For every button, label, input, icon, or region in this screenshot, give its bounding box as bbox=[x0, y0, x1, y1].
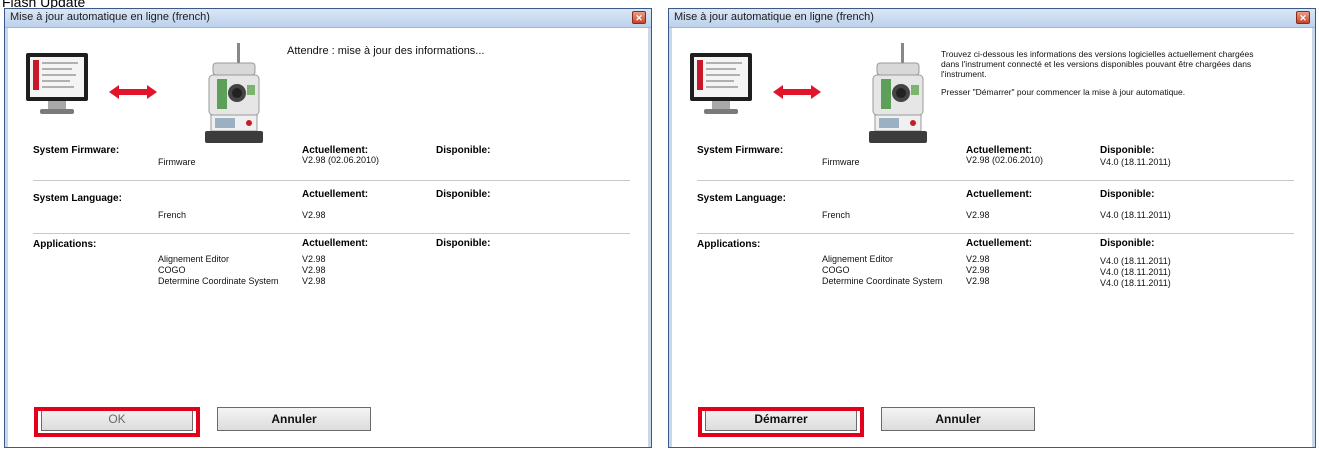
language-current-header: Actuellement: bbox=[966, 189, 1033, 200]
applications-available-header: Disponible: bbox=[436, 238, 491, 249]
language-available-header: Disponible: bbox=[1100, 189, 1155, 200]
language-available: V4.0 (18.11.2011) bbox=[1100, 210, 1171, 220]
firmware-available-header: Disponible: bbox=[1100, 145, 1155, 156]
applications-section-label: Applications: bbox=[33, 239, 97, 250]
firmware-available-header: Disponible: bbox=[436, 145, 491, 156]
total-station-icon bbox=[869, 43, 927, 143]
separator bbox=[697, 180, 1294, 181]
app-name: COGO bbox=[822, 265, 850, 275]
double-arrow-icon bbox=[773, 85, 821, 99]
title-bar: Mise à jour automatique en ligne (french… bbox=[5, 9, 651, 28]
language-current: V2.98 bbox=[966, 210, 990, 220]
app-name: Determine Coordinate System bbox=[822, 276, 943, 286]
app-name: Determine Coordinate System bbox=[158, 276, 279, 286]
window-frame-left bbox=[669, 28, 672, 447]
info-paragraph: Presser "Démarrer" pour commencer la mis… bbox=[941, 87, 1186, 97]
language-name: French bbox=[822, 210, 851, 220]
cancel-button[interactable]: Annuler bbox=[217, 407, 371, 431]
separator bbox=[697, 233, 1294, 234]
close-icon[interactable]: ✕ bbox=[632, 11, 646, 24]
app-available: V4.0 (18.11.2011) bbox=[1100, 256, 1171, 266]
separator bbox=[33, 180, 630, 181]
app-current: V2.98 bbox=[302, 276, 326, 286]
language-available-header: Disponible: bbox=[436, 189, 491, 200]
app-available: V4.0 (18.11.2011) bbox=[1100, 267, 1171, 277]
app-current: V2.98 bbox=[302, 265, 326, 275]
firmware-name: Firmware bbox=[822, 157, 860, 167]
language-section-label: System Language: bbox=[33, 193, 122, 204]
highlight-box bbox=[698, 407, 864, 437]
firmware-section-label: System Firmware: bbox=[697, 145, 784, 156]
firmware-current: V2.98 (02.06.2010) bbox=[966, 155, 1044, 165]
app-name: COGO bbox=[158, 265, 186, 275]
close-icon[interactable]: ✕ bbox=[1296, 11, 1310, 24]
language-current: V2.98 bbox=[302, 210, 326, 220]
window-title: Mise à jour automatique en ligne (french… bbox=[674, 11, 874, 23]
app-name: Alignement Editor bbox=[822, 254, 894, 264]
total-station-icon bbox=[205, 43, 263, 143]
app-name: Alignement Editor bbox=[158, 254, 230, 264]
applications-current-header: Actuellement: bbox=[302, 238, 369, 249]
firmware-section-label: System Firmware: bbox=[33, 145, 120, 156]
app-current: V2.98 bbox=[966, 254, 990, 264]
update-dialog-waiting: Mise à jour automatique en ligne (french… bbox=[4, 8, 652, 448]
window-frame-right bbox=[648, 28, 651, 447]
applications-available-header: Disponible: bbox=[1100, 238, 1155, 249]
double-arrow-icon bbox=[109, 85, 157, 99]
update-dialog-ready: Mise à jour automatique en ligne (french… bbox=[668, 8, 1316, 448]
separator bbox=[33, 233, 630, 234]
window-frame-left bbox=[5, 28, 8, 447]
app-current: V2.98 bbox=[302, 254, 326, 264]
app-current: V2.98 bbox=[966, 276, 990, 286]
language-current-header: Actuellement: bbox=[302, 189, 369, 200]
app-available: V4.0 (18.11.2011) bbox=[1100, 278, 1171, 288]
cancel-button[interactable]: Annuler bbox=[881, 407, 1035, 431]
window-title: Mise à jour automatique en ligne (french… bbox=[10, 11, 210, 23]
info-paragraph: Trouvez ci-dessous les informations des … bbox=[941, 49, 1254, 79]
language-name: French bbox=[158, 210, 187, 220]
language-section-label: System Language: bbox=[697, 193, 786, 204]
app-current: V2.98 bbox=[966, 265, 990, 275]
window-frame-right bbox=[1312, 28, 1315, 447]
computer-monitor-icon bbox=[26, 53, 88, 117]
info-text: Trouvez ci-dessous les informations des … bbox=[941, 49, 1271, 105]
firmware-available: V4.0 (18.11.2011) bbox=[1100, 157, 1171, 167]
title-bar: Mise à jour automatique en ligne (french… bbox=[669, 9, 1315, 28]
computer-monitor-icon bbox=[690, 53, 752, 117]
applications-current-header: Actuellement: bbox=[966, 238, 1033, 249]
highlight-box bbox=[34, 407, 200, 437]
applications-section-label: Applications: bbox=[697, 239, 761, 250]
status-message: Attendre : mise à jour des informations.… bbox=[287, 45, 485, 57]
firmware-name: Firmware bbox=[158, 157, 196, 167]
firmware-current: V2.98 (02.06.2010) bbox=[302, 155, 380, 165]
